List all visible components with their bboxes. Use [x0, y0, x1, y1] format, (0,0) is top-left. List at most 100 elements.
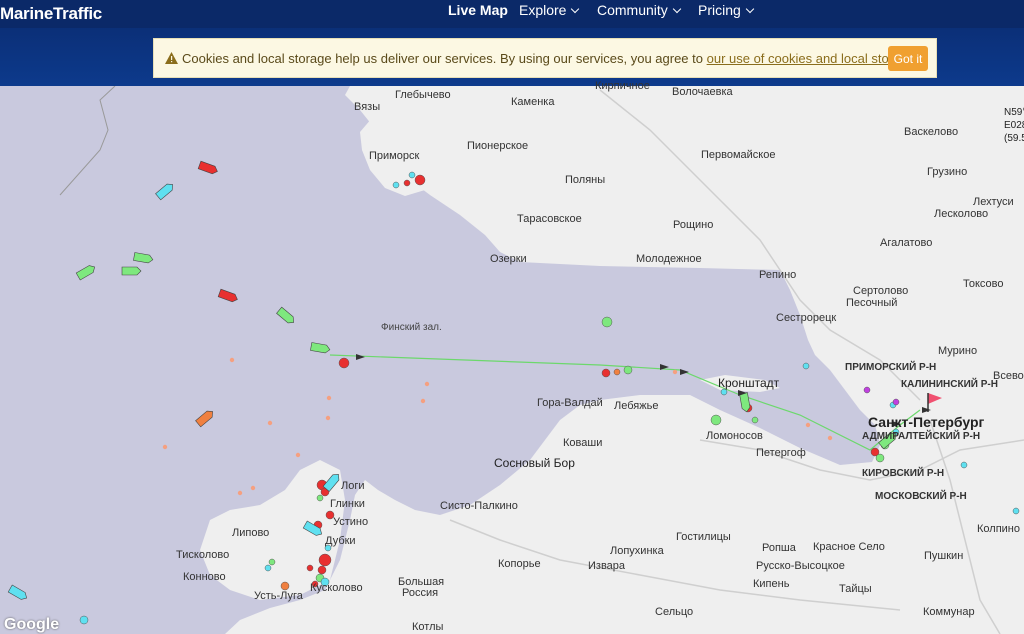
- vessel-marker[interactable]: [268, 558, 276, 566]
- coordinates-readout: N59° E028 (59.5: [1004, 106, 1024, 145]
- place-label: Пионерское: [467, 140, 529, 152]
- ship-icon[interactable]: [121, 266, 142, 276]
- district-label: АДМИРАЛТЕЙСКИЙ Р-Н: [862, 431, 981, 442]
- sea-label: Финский зал.: [381, 322, 442, 333]
- vessel-marker[interactable]: [710, 414, 722, 426]
- place-label: Токсово: [963, 278, 1004, 290]
- place-label: Россия: [402, 587, 439, 599]
- vessel-marker[interactable]: [1012, 507, 1020, 515]
- place-label: Лебяжье: [614, 400, 659, 412]
- vessel-marker[interactable]: [805, 422, 811, 428]
- vessel-marker[interactable]: [280, 581, 290, 591]
- vessel-marker[interactable]: [827, 435, 833, 441]
- warning-icon: [165, 52, 178, 64]
- vessel-marker[interactable]: [672, 369, 678, 375]
- place-label: Грузино: [927, 166, 968, 178]
- place-label: Песочный: [846, 297, 898, 309]
- vessel-marker[interactable]: [267, 420, 273, 426]
- marinetraffic-logo[interactable]: MarineTraffic: [0, 4, 102, 24]
- city-label-saint-petersburg: Санкт-Петербург: [868, 414, 985, 430]
- coord-lat: N59°: [1004, 107, 1024, 118]
- got-it-button[interactable]: Got it: [888, 46, 928, 71]
- vessel-marker[interactable]: [326, 395, 332, 401]
- vessel-marker[interactable]: [318, 553, 332, 567]
- district-label: ПРИМОРСКИЙ Р-Н: [845, 362, 937, 373]
- place-label: Глинки: [330, 498, 365, 510]
- place-label: Липово: [232, 527, 270, 539]
- nav-live-map-label: Live Map: [448, 2, 508, 18]
- district-label: МОСКОВСКИЙ Р-Н: [875, 491, 967, 502]
- place-label: Красное Село: [813, 541, 885, 553]
- vessel-marker[interactable]: [250, 485, 256, 491]
- coord-decimal: (59.5: [1004, 133, 1024, 144]
- nav-community[interactable]: Community: [597, 2, 682, 18]
- place-label: Конново: [183, 571, 226, 583]
- vessel-marker[interactable]: [863, 386, 871, 394]
- vessel-marker[interactable]: [892, 398, 900, 406]
- place-label: Тарасовское: [517, 213, 582, 225]
- place-label: Систо-Палкино: [440, 500, 518, 512]
- place-label: Русско-Высоцкое: [756, 560, 845, 572]
- vessel-marker[interactable]: [408, 171, 416, 179]
- place-label: Лесколово: [934, 208, 989, 220]
- nav-pricing[interactable]: Pricing: [698, 2, 755, 18]
- cookie-policy-link[interactable]: our use of cookies and local storage: [707, 51, 915, 66]
- vessel-marker[interactable]: [875, 453, 885, 463]
- chevron-down-icon: [672, 4, 682, 14]
- nav-explore-label: Explore: [519, 2, 567, 18]
- vessel-marker[interactable]: [306, 564, 314, 572]
- cookie-banner: Cookies and local storage help us delive…: [153, 38, 937, 78]
- place-label: Коммунар: [923, 606, 975, 618]
- vessel-marker[interactable]: [264, 564, 272, 572]
- place-label: Сосновый Бор: [494, 456, 575, 470]
- vessel-marker[interactable]: [601, 316, 613, 328]
- place-label: Ропша: [762, 542, 796, 554]
- vessel-marker[interactable]: [79, 615, 89, 625]
- place-label: Колпино: [977, 523, 1020, 535]
- vessel-marker[interactable]: [316, 494, 324, 502]
- vessel-marker[interactable]: [237, 490, 243, 496]
- vessel-marker[interactable]: [338, 357, 350, 369]
- place-label: Копорье: [498, 558, 541, 570]
- vessel-marker[interactable]: [613, 368, 621, 376]
- vessel-marker[interactable]: [403, 179, 411, 187]
- vessel-marker[interactable]: [960, 461, 968, 469]
- vessel-marker[interactable]: [392, 181, 400, 189]
- vessel-marker[interactable]: [317, 565, 327, 575]
- nav-explore[interactable]: Explore: [519, 2, 580, 18]
- place-label: Репино: [759, 269, 797, 281]
- district-label: КИРОВСКИЙ Р-Н: [862, 468, 945, 479]
- vessel-marker[interactable]: [325, 415, 331, 421]
- place-label: Кусколово: [310, 582, 363, 594]
- vessel-marker[interactable]: [424, 381, 430, 387]
- place-label: Кронштадт: [718, 376, 780, 390]
- vessel-marker[interactable]: [162, 444, 168, 450]
- place-label: Приморск: [369, 150, 420, 162]
- place-label: Тисколово: [176, 549, 230, 561]
- live-map[interactable]: Глебычево Вязы Каменка Кирпичное Волочае…: [0, 80, 1024, 634]
- vessel-marker[interactable]: [420, 398, 426, 404]
- vessel-marker[interactable]: [751, 416, 759, 424]
- place-label: Изварa: [588, 560, 626, 572]
- vessel-marker[interactable]: [295, 452, 301, 458]
- nav-pricing-label: Pricing: [698, 2, 741, 18]
- vessel-marker[interactable]: [414, 174, 426, 186]
- place-label: Рощино: [673, 219, 714, 231]
- vessel-marker[interactable]: [229, 357, 235, 363]
- coord-lon: E028: [1004, 120, 1024, 131]
- place-label: Пушкин: [924, 550, 964, 562]
- place-label: Озерки: [490, 253, 527, 265]
- cookie-message: Cookies and local storage help us delive…: [182, 51, 918, 66]
- place-label: Поляны: [565, 174, 606, 186]
- vessel-marker[interactable]: [623, 365, 633, 375]
- place-label: Первомайское: [701, 149, 776, 161]
- vessel-marker[interactable]: [601, 368, 611, 378]
- place-label: Ломоносов: [706, 430, 763, 442]
- google-logo: Google: [4, 616, 60, 633]
- place-label: Гостилицы: [676, 531, 731, 543]
- vessel-marker[interactable]: [802, 362, 810, 370]
- nav-live-map[interactable]: Live Map: [448, 2, 508, 18]
- place-label: Волочаевка: [672, 86, 733, 98]
- place-label: Агалатово: [880, 237, 933, 249]
- place-label: Усть-Луга: [254, 590, 303, 602]
